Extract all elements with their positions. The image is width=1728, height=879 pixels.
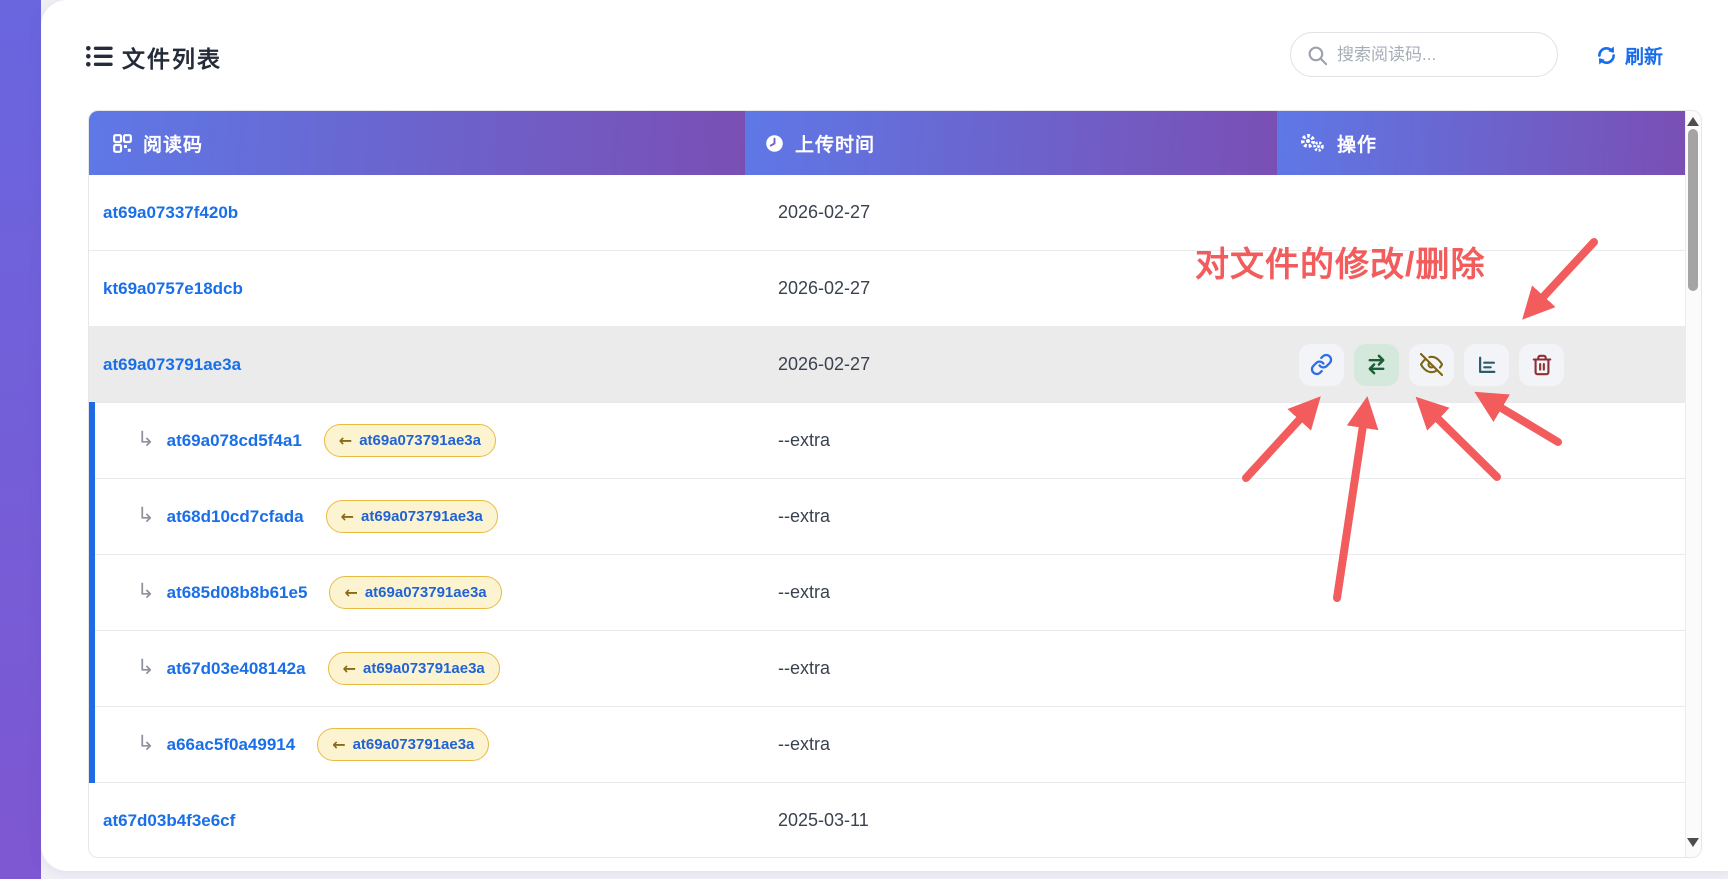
column-header-1: 阅读码 xyxy=(89,111,745,175)
upload-time: --extra xyxy=(745,734,1277,755)
parent-code-badge[interactable]: ← at69a073791ae3a xyxy=(326,500,498,533)
reading-code-link[interactable]: at68d10cd7cfada xyxy=(167,507,304,527)
reading-code-link[interactable]: at69a078cd5f4a1 xyxy=(167,431,302,451)
upload-time: --extra xyxy=(745,582,1277,603)
swap-arrows-icon xyxy=(1365,353,1388,376)
gears-icon xyxy=(1299,133,1326,153)
child-arrow-icon: ↳ xyxy=(137,731,155,755)
parent-code: at69a073791ae3a xyxy=(363,660,485,677)
column-label: 操作 xyxy=(1337,130,1377,157)
parent-code-badge[interactable]: ← at69a073791ae3a xyxy=(329,576,501,609)
reading-code-cell: ↳ at67d03e408142a ← at69a073791ae3a xyxy=(89,652,745,685)
refresh-label: 刷新 xyxy=(1625,42,1663,69)
reading-code-link[interactable]: at69a073791ae3a xyxy=(103,355,241,375)
reading-code-cell: ↳ at69a078cd5f4a1 ← at69a073791ae3a xyxy=(89,424,745,457)
reading-code-link[interactable]: at67d03b4f3e6cf xyxy=(103,811,235,831)
parent-code-badge[interactable]: ← at69a073791ae3a xyxy=(324,424,496,457)
table-row: at67d03b4f3e6cf 2025-03-11 xyxy=(89,783,1685,858)
reading-code-link[interactable]: a66ac5f0a49914 xyxy=(167,735,296,755)
reading-code-cell: at69a073791ae3a xyxy=(89,355,745,375)
annotation-text: 对文件的修改/删除 xyxy=(1195,237,1485,286)
parent-code-badge[interactable]: ← at69a073791ae3a xyxy=(317,728,489,761)
left-sidebar-band xyxy=(0,0,41,879)
column-label: 上传时间 xyxy=(795,130,875,157)
list-icon xyxy=(85,44,113,68)
table-row: ↳ a66ac5f0a49914 ← at69a073791ae3a --extra xyxy=(89,707,1685,783)
search-input[interactable] xyxy=(1291,33,1557,76)
table-header: 阅读码 上传时间 操作 xyxy=(89,111,1685,175)
eye-off-icon xyxy=(1420,353,1443,376)
table-row: at69a073791ae3a 2026-02-27 xyxy=(89,327,1685,403)
column-label: 阅读码 xyxy=(143,130,203,157)
clock-icon xyxy=(765,134,784,153)
refresh-button[interactable]: 刷新 xyxy=(1596,40,1663,70)
child-arrow-icon: ↳ xyxy=(137,427,155,451)
refresh-icon xyxy=(1596,45,1617,66)
hide-button[interactable] xyxy=(1409,344,1454,386)
left-arrow-icon: ← xyxy=(343,659,356,678)
parent-code: at69a073791ae3a xyxy=(365,584,487,601)
transfer-button[interactable] xyxy=(1354,344,1399,386)
search-box xyxy=(1290,32,1558,77)
upload-time: 2026-02-27 xyxy=(745,202,1277,223)
scrollbar-thumb[interactable] xyxy=(1688,129,1698,291)
reading-code-cell: ↳ a66ac5f0a49914 ← at69a073791ae3a xyxy=(89,728,745,761)
content-card: 文件列表 刷新 阅读码 上传时间 操作 at69a07337f420b 2026-02… xyxy=(41,0,1728,871)
upload-time: --extra xyxy=(745,658,1277,679)
reading-code-cell: at69a07337f420b xyxy=(89,203,745,223)
reading-code-link[interactable]: kt69a0757e18dcb xyxy=(103,279,243,299)
upload-time: 2026-02-27 xyxy=(745,354,1277,375)
page-title: 文件列表 xyxy=(122,40,222,74)
link-button[interactable] xyxy=(1299,344,1344,386)
child-arrow-icon: ↳ xyxy=(137,655,155,679)
parent-code-badge[interactable]: ← at69a073791ae3a xyxy=(328,652,500,685)
table-row: ↳ at68d10cd7cfada ← at69a073791ae3a --extra xyxy=(89,479,1685,555)
child-arrow-icon: ↳ xyxy=(137,579,155,603)
parent-code: at69a073791ae3a xyxy=(359,432,481,449)
reading-code-cell: ↳ at685d08b8b61e5 ← at69a073791ae3a xyxy=(89,576,745,609)
reading-code-cell: ↳ at68d10cd7cfada ← at69a073791ae3a xyxy=(89,500,745,533)
table-row: ↳ at69a078cd5f4a1 ← at69a073791ae3a --extra xyxy=(89,403,1685,479)
reading-code-link[interactable]: at69a07337f420b xyxy=(103,203,238,223)
reading-code-link[interactable]: at685d08b8b61e5 xyxy=(167,583,308,603)
reading-code-link[interactable]: at67d03e408142a xyxy=(167,659,306,679)
left-arrow-icon: ← xyxy=(341,507,354,526)
parent-code: at69a073791ae3a xyxy=(353,736,475,753)
delete-button[interactable] xyxy=(1519,344,1564,386)
upload-time: --extra xyxy=(745,430,1277,451)
stats-button[interactable] xyxy=(1464,344,1509,386)
scrollbar-up-arrow[interactable] xyxy=(1687,117,1699,126)
left-arrow-icon: ← xyxy=(344,583,357,602)
file-table: 阅读码 上传时间 操作 at69a07337f420b 2026-02-27 kt69a… xyxy=(88,110,1702,858)
reading-code-cell: at67d03b4f3e6cf xyxy=(89,811,745,831)
scrollbar-down-arrow[interactable] xyxy=(1687,838,1699,847)
bar-chart-icon xyxy=(1476,354,1498,376)
column-header-2: 上传时间 xyxy=(745,111,1277,175)
qrcode-icon xyxy=(113,134,132,153)
table-row: ↳ at67d03e408142a ← at69a073791ae3a --extra xyxy=(89,631,1685,707)
reading-code-cell: kt69a0757e18dcb xyxy=(89,279,745,299)
table-row: ↳ at685d08b8b61e5 ← at69a073791ae3a --extra xyxy=(89,555,1685,631)
left-arrow-icon: ← xyxy=(332,735,345,754)
link-icon xyxy=(1310,353,1333,376)
child-arrow-icon: ↳ xyxy=(137,503,155,527)
trash-icon xyxy=(1531,354,1553,376)
upload-time: 2025-03-11 xyxy=(745,810,1277,831)
upload-time: --extra xyxy=(745,506,1277,527)
actions-cell xyxy=(1277,344,1685,386)
scrollbar[interactable] xyxy=(1685,111,1701,857)
left-arrow-icon: ← xyxy=(339,431,352,450)
column-header-3: 操作 xyxy=(1277,111,1685,175)
parent-code: at69a073791ae3a xyxy=(361,508,483,525)
